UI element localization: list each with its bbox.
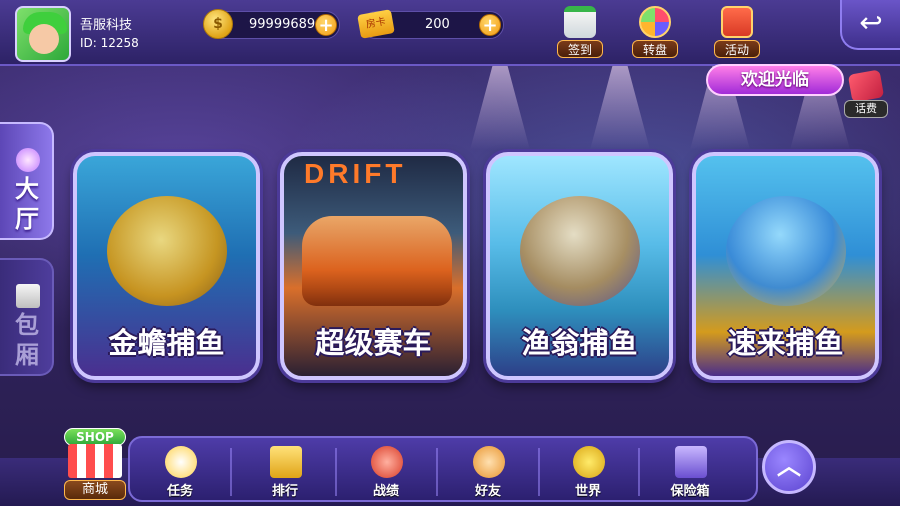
divider [538, 448, 540, 496]
room-card-amount: 200 [425, 17, 450, 32]
coin-amount: 99999689 [249, 17, 316, 32]
hall-icon [16, 148, 40, 172]
lucky-wheel-button[interactable]: 转盘 [628, 4, 682, 60]
nav-safe[interactable]: 保险箱 [660, 442, 720, 502]
sign-in-button[interactable]: 签到 [553, 4, 607, 60]
drift-banner: DRIFT [304, 158, 407, 189]
room-card-balance: 房卡 200 + [357, 9, 504, 39]
game-card-quick-fishing[interactable]: 速来捕鱼 [692, 152, 879, 380]
expand-up-button[interactable]: ︿ [762, 440, 816, 494]
game-title: 渔翁捕鱼 [521, 326, 638, 360]
back-button[interactable]: ↩ [840, 0, 900, 50]
game-title: 超级赛车 [315, 326, 432, 360]
game-lobby: 吾服科技 ID: 12258 $ 99999689 + 房卡 200 + 签到 … [0, 0, 900, 506]
game-title: 速来捕鱼 [727, 326, 844, 360]
divider [638, 448, 640, 496]
coin-balance: $ 99999689 + [203, 9, 340, 39]
handshake-icon [473, 446, 505, 478]
tab-hall[interactable]: 大 厅 [0, 122, 54, 240]
room-card-icon: 房卡 [357, 9, 395, 39]
welcome-banner: 欢迎光临 [706, 64, 844, 96]
game-art [107, 196, 227, 306]
game-art [520, 196, 640, 306]
chat-icon [573, 446, 605, 478]
add-room-cards-button[interactable]: + [479, 14, 501, 36]
shop-icon [68, 444, 122, 478]
game-card-golden-toad-fishing[interactable]: 金蟾捕鱼 [73, 152, 260, 380]
gift-icon [721, 6, 753, 38]
shop-button[interactable]: SHOP 商城 [60, 428, 130, 502]
wheel-icon [639, 6, 671, 38]
shop-label: 商城 [64, 480, 126, 500]
rank-icon [270, 446, 302, 478]
record-icon [371, 446, 403, 478]
activity-button[interactable]: 活动 [710, 4, 764, 60]
nav-rank[interactable]: 排行 [255, 442, 315, 502]
task-icon [165, 446, 197, 478]
game-card-super-racing[interactable]: DRIFT 超级赛车 [280, 152, 467, 380]
divider [436, 448, 438, 496]
tab-private-room-label: 包 厢 [15, 311, 39, 369]
phone-card-icon [847, 69, 885, 103]
calendar-icon [564, 6, 596, 38]
nav-task[interactable]: 任务 [150, 442, 210, 502]
nav-friend[interactable]: 好友 [458, 442, 518, 502]
safe-icon [675, 446, 707, 478]
game-art [302, 216, 452, 306]
tab-hall-label: 大 厅 [15, 175, 39, 233]
add-coins-button[interactable]: + [315, 14, 337, 36]
divider [230, 448, 232, 496]
game-title: 金蟾捕鱼 [108, 326, 225, 360]
tab-private-room[interactable]: 包 厢 [0, 258, 54, 376]
cards-icon [16, 284, 40, 308]
avatar[interactable] [15, 6, 71, 62]
game-card-fisherman-fishing[interactable]: 渔翁捕鱼 [486, 152, 673, 380]
nav-record[interactable]: 战绩 [356, 442, 416, 502]
coin-icon: $ [203, 9, 233, 39]
game-art [726, 196, 846, 306]
user-id: ID: 12258 [80, 36, 139, 50]
divider [335, 448, 337, 496]
user-name: 吾服科技 [80, 18, 133, 33]
phone-credit-button[interactable]: 话费 [842, 69, 890, 118]
top-bar: 吾服科技 ID: 12258 $ 99999689 + 房卡 200 + 签到 … [0, 0, 900, 66]
nav-world[interactable]: 世界 [558, 442, 618, 502]
